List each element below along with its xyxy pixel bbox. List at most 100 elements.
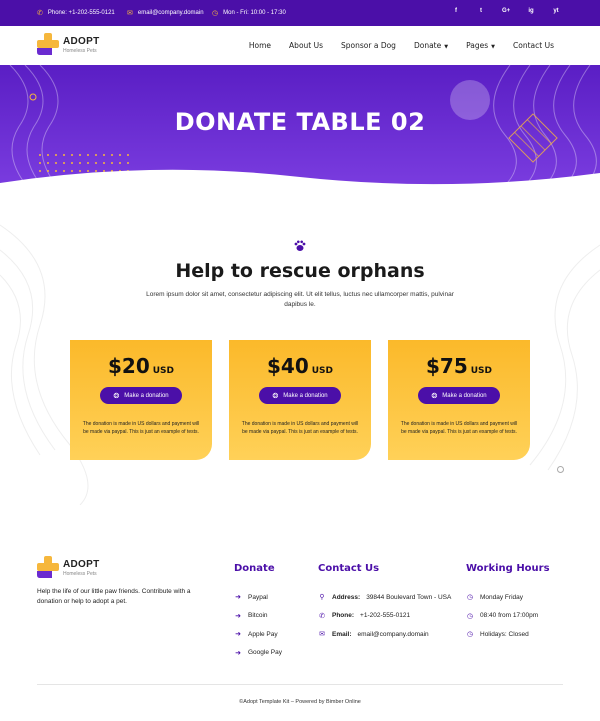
footer-contact: Contact Us ⚲ Address: 39844 Boulevard Town… <box>318 563 451 644</box>
section-title: Help to rescue orphans <box>175 260 425 282</box>
paw-icon: ❂ <box>431 392 438 400</box>
amount-value: $20 <box>107 354 150 378</box>
make-donation-label: Make a donation <box>442 392 487 399</box>
footer-link[interactable]: ➜ Paypal <box>234 588 282 607</box>
decor-dot <box>127 162 129 164</box>
footer-logo[interactable]: ADOPT Homeless Pets <box>37 556 107 582</box>
topbar-email[interactable]: ✉ email@company.domain <box>127 9 204 17</box>
decor-dot <box>39 162 41 164</box>
decor-dot <box>79 162 81 164</box>
clock-icon: ◷ <box>466 612 474 620</box>
decor-circle <box>557 466 564 473</box>
donation-note: The donation is made in US dollars and p… <box>400 421 518 435</box>
decor-dot <box>79 154 81 156</box>
footer-link[interactable]: ➜ Bitcoin <box>234 607 282 626</box>
donate-amount: $40 USD <box>229 354 371 378</box>
chevron-right-icon: ➜ <box>235 631 241 639</box>
paw-icon: ❂ <box>272 392 279 400</box>
facebook-icon[interactable]: f <box>452 8 460 14</box>
amount-value: $40 <box>266 354 309 378</box>
footer-divider <box>37 684 563 685</box>
email-value[interactable]: email@company.domain <box>358 631 429 638</box>
site-logo[interactable]: ADOPT Homeless Pets <box>37 33 107 59</box>
nav-item-about[interactable]: About Us <box>289 41 323 50</box>
footer-link-label: Bitcoin <box>248 612 268 620</box>
logo-title: ADOPT <box>63 559 100 570</box>
nav-donate-label: Donate <box>413 41 442 50</box>
make-donation-button[interactable]: ❂ Make a donation <box>100 387 182 404</box>
footer-link[interactable]: ➜ Google Pay <box>234 644 282 663</box>
topbar-phone-text: Phone: +1-202-555-0121 <box>47 10 115 16</box>
decor-dot <box>127 154 129 156</box>
topbar-email-text[interactable]: email@company.domain <box>138 10 204 16</box>
decor-dot <box>79 170 81 172</box>
caret-down-icon: ▼ <box>444 44 449 50</box>
donate-amount: $75 USD <box>388 354 530 378</box>
decor-dot <box>119 162 121 164</box>
nav-item-contact[interactable]: Contact Us <box>513 41 554 50</box>
main-nav: Home About Us Sponsor a Dog Donate ▼ Page… <box>249 41 554 50</box>
decor-dot <box>39 154 41 156</box>
chevron-right-icon: ➜ <box>235 649 241 657</box>
decor-dot <box>63 154 65 156</box>
page-hero: DONATE TABLE 02 <box>0 65 600 190</box>
decor-dot <box>71 170 73 172</box>
nav-item-donate[interactable]: Donate ▼ <box>414 41 448 50</box>
section-description: Lorem ipsum dolor sit amet, consectetur … <box>146 291 454 308</box>
logo-tagline: Homeless Pets <box>63 48 97 54</box>
google-plus-icon[interactable]: G+ <box>502 8 510 14</box>
top-bar: ✆ Phone: +1-202-555-0121 ✉ email@company… <box>0 0 600 26</box>
phone-icon: ✆ <box>319 612 325 620</box>
topbar-hours-text: Mon - Fri: 10:00 - 17:30 <box>223 10 286 16</box>
hours-text: 08:40 from 17:00pm <box>480 612 539 620</box>
instagram-icon[interactable]: ig <box>527 8 535 14</box>
nav-item-pages[interactable]: Pages ▼ <box>466 41 495 50</box>
footer-donate-title: Donate <box>234 563 275 574</box>
caret-down-icon: ▼ <box>491 44 496 50</box>
decor-dot <box>55 154 57 156</box>
decor-dot <box>71 154 73 156</box>
donate-card: $75 USD ❂ Make a donation The donation is … <box>388 340 530 460</box>
page-title: DONATE TABLE 02 <box>174 108 426 136</box>
currency-label: USD <box>470 366 492 376</box>
footer-link[interactable]: ➜ Apple Pay <box>234 625 282 644</box>
decor-dot <box>111 162 113 164</box>
twitter-icon[interactable]: t <box>477 8 485 14</box>
footer-link-label: Apple Pay <box>248 630 278 638</box>
footer-link-label: Paypal <box>248 593 268 601</box>
decor-dot <box>87 162 89 164</box>
footer-about: Help the life of our little paw friends.… <box>37 588 191 605</box>
nav-item-sponsor[interactable]: Sponsor a Dog <box>341 41 396 50</box>
youtube-icon[interactable]: yt <box>552 8 560 14</box>
decor-dot <box>47 154 49 156</box>
address-label: Address: <box>332 593 361 601</box>
paw-icon <box>294 240 306 251</box>
logo-cross-icon <box>37 556 59 578</box>
donate-amount: $20 USD <box>70 354 212 378</box>
decor-dot <box>103 162 105 164</box>
decor-dot <box>39 170 41 172</box>
hours-row: ◷ Monday Friday <box>466 588 550 607</box>
decor-dot <box>95 162 97 164</box>
donation-note: The donation is made in US dollars and p… <box>241 421 359 435</box>
donation-note: The donation is made in US dollars and p… <box>82 421 200 435</box>
paw-icon: ❂ <box>113 392 120 400</box>
decor-dot <box>87 154 89 156</box>
donate-card: $40 USD ❂ Make a donation The donation is … <box>229 340 371 460</box>
decor-dot <box>55 162 57 164</box>
topbar-hours: ◷ Mon - Fri: 10:00 - 17:30 <box>212 9 286 17</box>
decor-dot <box>103 170 105 172</box>
decor-dot <box>47 162 49 164</box>
decor-dot <box>119 154 121 156</box>
logo-title: ADOPT <box>63 36 100 47</box>
footer-email[interactable]: ✉ Email: email@company.domain <box>318 625 451 644</box>
make-donation-button[interactable]: ❂ Make a donation <box>418 387 500 404</box>
copyright: ©Adopt Template Kit – Powered by Bimber … <box>239 699 361 705</box>
footer-phone: ✆ Phone: +1-202-555-0121 <box>318 607 451 626</box>
make-donation-button[interactable]: ❂ Make a donation <box>259 387 341 404</box>
footer-contact-title: Contact Us <box>318 563 380 574</box>
nav-item-home[interactable]: Home <box>249 41 271 50</box>
hours-text: Monday Friday <box>480 593 523 601</box>
decor-dot <box>63 162 65 164</box>
decor-dot <box>71 162 73 164</box>
